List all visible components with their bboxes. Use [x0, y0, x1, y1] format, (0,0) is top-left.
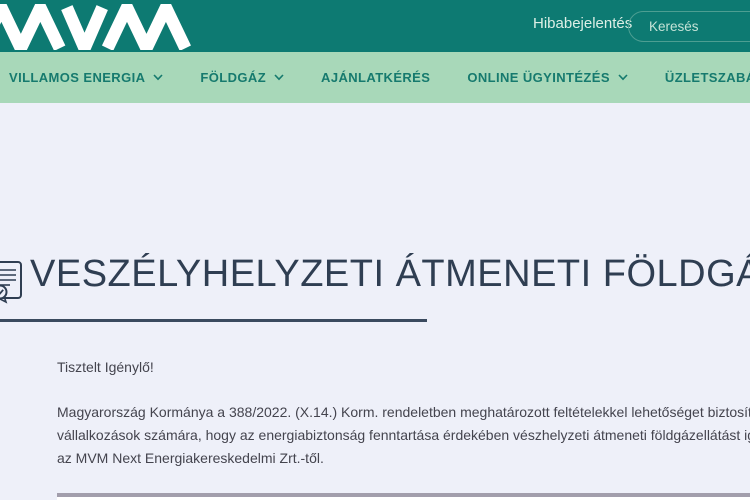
nav-item-villamos-energia[interactable]: VILLAMOS ENERGIA — [9, 70, 163, 85]
greeting-text: Tisztelt Igénylő! — [57, 359, 154, 375]
main-nav: VILLAMOS ENERGIA FÖLDGÁZ AJÁNLATKÉRÉS ON… — [0, 52, 750, 103]
nav-item-uzletszabalyzatok[interactable]: ÜZLETSZABÁLYZATOK — [665, 70, 750, 85]
page: Hibabejelentés Keresés VILLAMOS ENERGIA … — [0, 0, 750, 500]
chevron-down-icon — [618, 74, 628, 81]
main-content: VESZÉLYHELYZETI ÁTMENETI FÖLDGÁZELLÁTÁS … — [0, 103, 750, 500]
fault-report-link[interactable]: Hibabejelentés — [533, 15, 632, 32]
document-check-icon — [0, 260, 24, 309]
nav-item-ajanlatkeres[interactable]: AJÁNLATKÉRÉS — [321, 70, 430, 85]
mvm-logo-icon — [0, 4, 196, 50]
intro-paragraph: Magyarország Kormánya a 388/2022. (X.14.… — [57, 401, 750, 470]
nav-item-label: ÜZLETSZABÁLYZATOK — [665, 70, 750, 85]
nav-item-label: VILLAMOS ENERGIA — [9, 70, 145, 85]
nav-item-foldgaz[interactable]: FÖLDGÁZ — [200, 70, 284, 85]
page-title: VESZÉLYHELYZETI ÁTMENETI FÖLDGÁZELLÁTÁS — [30, 253, 750, 296]
title-underline — [0, 319, 427, 322]
nav-item-label: FÖLDGÁZ — [200, 70, 266, 85]
search-label: Keresés — [649, 19, 699, 34]
nav-item-online-ugyintezes[interactable]: ONLINE ÜGYINTÉZÉS — [467, 70, 628, 85]
chevron-down-icon — [274, 74, 284, 81]
search-input[interactable]: Keresés — [628, 11, 750, 42]
header-bar: Hibabejelentés Keresés — [0, 0, 750, 52]
nav-item-label: AJÁNLATKÉRÉS — [321, 70, 430, 85]
nav-item-label: ONLINE ÜGYINTÉZÉS — [467, 70, 610, 85]
form-card: Általános adatok Cég neve/Intézmény neve… — [57, 493, 750, 500]
paragraph-line: vállalkozások számára, hogy az energiabi… — [57, 424, 750, 447]
paragraph-line: Magyarország Kormánya a 388/2022. (X.14.… — [57, 401, 750, 424]
paragraph-line: az MVM Next Energiakereskedelmi Zrt.-től… — [57, 447, 750, 470]
chevron-down-icon — [153, 74, 163, 81]
mvm-logo[interactable] — [0, 4, 196, 55]
